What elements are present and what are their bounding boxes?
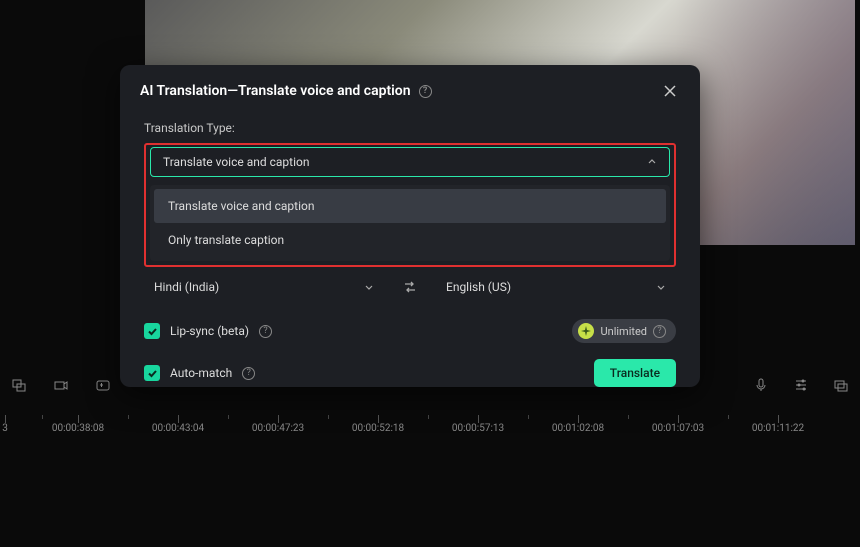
translate-button[interactable]: Translate — [594, 359, 676, 387]
help-icon[interactable]: ? — [419, 85, 432, 98]
timeline-ruler[interactable]: 3 00:00:38:08 00:00:43:04 00:00:47:23 00:00:… — [0, 415, 860, 445]
ai-translation-dialog: AI Translation—Translate voice and capti… — [120, 65, 700, 387]
timeline-label: 3 — [2, 423, 8, 434]
timeline-tick-minor — [128, 415, 129, 419]
lipsync-checkbox[interactable] — [144, 323, 160, 339]
timeline-label: 00:00:47:23 — [252, 423, 304, 434]
media-tool-icon[interactable] — [10, 376, 28, 394]
text-tool-icon[interactable] — [94, 376, 112, 394]
dialog-title-text: AI Translation—Translate voice and capti… — [140, 83, 411, 99]
timeline-label: 00:00:43:04 — [152, 423, 204, 434]
timeline-tick — [178, 415, 179, 423]
export-tool-icon[interactable] — [832, 376, 850, 394]
chevron-up-icon — [647, 157, 657, 167]
star-icon — [578, 323, 594, 339]
close-icon — [663, 84, 677, 98]
timeline-tick-minor — [228, 415, 229, 419]
mic-tool-icon[interactable] — [752, 376, 770, 394]
timeline-label: 00:00:38:08 — [52, 423, 104, 434]
check-icon — [147, 368, 158, 379]
translation-type-options: Translate voice and caption Only transla… — [150, 185, 670, 261]
option-voice-and-caption[interactable]: Translate voice and caption — [154, 189, 666, 223]
timeline-tick-minor — [528, 415, 529, 419]
timeline-tick — [78, 415, 79, 423]
translation-type-value: Translate voice and caption — [163, 155, 309, 169]
source-language-value: Hindi (India) — [154, 280, 219, 294]
close-button[interactable] — [660, 81, 680, 101]
timeline-tick — [278, 415, 279, 423]
timeline-label: 00:01:11:22 — [752, 423, 804, 434]
timeline-tick-minor — [728, 415, 729, 419]
swap-icon — [402, 279, 418, 295]
timeline-tick — [478, 415, 479, 423]
timeline-label: 00:01:02:08 — [552, 423, 604, 434]
target-language-value: English (US) — [446, 280, 511, 294]
automatch-toggle-group: Auto-match ? — [144, 365, 255, 381]
timeline-tick-minor — [628, 415, 629, 419]
translation-type-select[interactable]: Translate voice and caption — [150, 147, 670, 177]
dialog-header: AI Translation—Translate voice and capti… — [120, 65, 700, 113]
timeline-tick — [578, 415, 579, 423]
dialog-title: AI Translation—Translate voice and capti… — [140, 83, 432, 99]
timeline-tick — [678, 415, 679, 423]
help-icon[interactable]: ? — [242, 367, 255, 380]
timeline-tick — [5, 415, 6, 423]
timeline-tick — [378, 415, 379, 423]
source-language-select[interactable]: Hindi (India) — [144, 273, 384, 301]
toolbar-right — [752, 376, 850, 394]
unlimited-text: Unlimited — [600, 325, 647, 338]
option-label: Translate voice and caption — [168, 199, 314, 213]
check-icon — [147, 326, 158, 337]
timeline-label: 00:01:07:03 — [652, 423, 704, 434]
option-only-caption[interactable]: Only translate caption — [154, 223, 666, 257]
timeline-tick — [778, 415, 779, 423]
automatch-checkbox[interactable] — [144, 365, 160, 381]
dropdown-highlight: Translate voice and caption Translate vo… — [144, 143, 676, 267]
lipsync-label: Lip-sync (beta) — [170, 324, 249, 338]
help-icon[interactable]: ? — [259, 325, 272, 338]
unlimited-badge: Unlimited ? — [572, 319, 676, 343]
timeline-tick-minor — [328, 415, 329, 419]
translation-type-label: Translation Type: — [144, 121, 676, 135]
chevron-down-icon — [364, 282, 374, 292]
toolbar-left — [10, 376, 112, 394]
lipsync-toggle-group: Lip-sync (beta) ? — [144, 323, 272, 339]
camera-tool-icon[interactable] — [52, 376, 70, 394]
option-label: Only translate caption — [168, 233, 284, 247]
swap-languages-button[interactable] — [398, 275, 422, 299]
chevron-down-icon — [656, 282, 666, 292]
timeline-tick-minor — [428, 415, 429, 419]
timeline-label: 00:00:52:18 — [352, 423, 404, 434]
timeline-label: 00:00:57:13 — [452, 423, 504, 434]
automatch-row: Auto-match ? Translate — [144, 359, 676, 387]
timeline-tick-minor — [42, 415, 43, 419]
dialog-body: Translation Type: Translate voice and ca… — [120, 113, 700, 403]
language-row: Hindi (India) English (US) — [144, 273, 676, 301]
settings-tool-icon[interactable] — [792, 376, 810, 394]
automatch-label: Auto-match — [170, 366, 232, 380]
lipsync-row: Lip-sync (beta) ? Unlimited ? — [144, 319, 676, 343]
help-icon[interactable]: ? — [653, 325, 666, 338]
target-language-select[interactable]: English (US) — [436, 273, 676, 301]
